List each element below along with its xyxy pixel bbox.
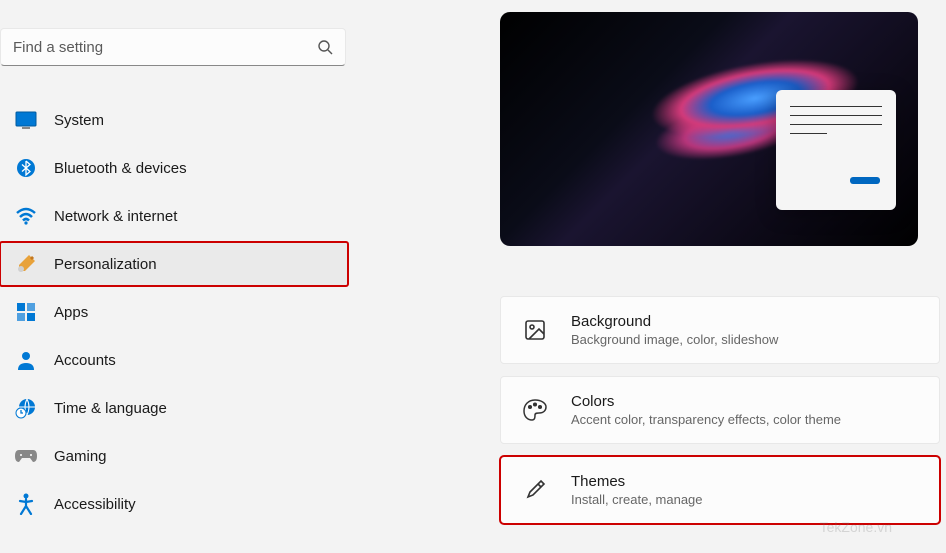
- sidebar-item-label: Time & language: [54, 400, 167, 417]
- gamepad-icon: [14, 444, 38, 468]
- card-subtitle: Background image, color, slideshow: [571, 332, 919, 347]
- search-icon: [317, 39, 333, 55]
- monitor-icon: [14, 108, 38, 132]
- sidebar-item-system[interactable]: System: [0, 98, 348, 142]
- brush-icon: [521, 476, 549, 504]
- sidebar-item-accounts[interactable]: Accounts: [0, 338, 348, 382]
- card-title: Background: [571, 313, 919, 330]
- accent-preview: [850, 177, 880, 184]
- image-icon: [521, 316, 549, 344]
- nav-list: System Bluetooth & devices Network & int…: [0, 86, 348, 526]
- wifi-icon: [14, 204, 38, 228]
- sidebar-item-apps[interactable]: Apps: [0, 290, 348, 334]
- sidebar-item-label: System: [54, 112, 104, 129]
- sidebar-item-bluetooth[interactable]: Bluetooth & devices: [0, 146, 348, 190]
- card-title: Themes: [571, 473, 919, 490]
- paintbrush-icon: [14, 252, 38, 276]
- main-content: Background Background image, color, slid…: [348, 0, 946, 553]
- sidebar-item-label: Accessibility: [54, 496, 136, 513]
- card-background[interactable]: Background Background image, color, slid…: [500, 296, 940, 364]
- bluetooth-icon: [14, 156, 38, 180]
- card-colors[interactable]: Colors Accent color, transparency effect…: [500, 376, 940, 444]
- palette-icon: [521, 396, 549, 424]
- card-title: Colors: [571, 393, 919, 410]
- search-box[interactable]: [0, 28, 346, 66]
- apps-icon: [14, 300, 38, 324]
- watermark: TekZone.vn: [820, 519, 892, 535]
- desktop-preview: [500, 12, 918, 246]
- sidebar-item-label: Network & internet: [54, 208, 177, 225]
- sidebar-item-gaming[interactable]: Gaming: [0, 434, 348, 478]
- sidebar-item-time[interactable]: Time & language: [0, 386, 348, 430]
- sidebar-item-personalization[interactable]: Personalization: [0, 242, 348, 286]
- card-subtitle: Accent color, transparency effects, colo…: [571, 412, 919, 427]
- globe-clock-icon: [14, 396, 38, 420]
- sidebar-item-label: Apps: [54, 304, 88, 321]
- sidebar-item-accessibility[interactable]: Accessibility: [0, 482, 348, 526]
- settings-sidebar: System Bluetooth & devices Network & int…: [0, 0, 348, 553]
- search-input[interactable]: [13, 39, 317, 56]
- window-preview: [776, 90, 896, 210]
- sidebar-item-network[interactable]: Network & internet: [0, 194, 348, 238]
- sidebar-item-label: Bluetooth & devices: [54, 160, 187, 177]
- person-icon: [14, 348, 38, 372]
- sidebar-item-label: Gaming: [54, 448, 107, 465]
- accessibility-icon: [14, 492, 38, 516]
- sidebar-item-label: Accounts: [54, 352, 116, 369]
- card-themes[interactable]: Themes Install, create, manage: [500, 456, 940, 524]
- sidebar-item-label: Personalization: [54, 256, 157, 273]
- card-subtitle: Install, create, manage: [571, 492, 919, 507]
